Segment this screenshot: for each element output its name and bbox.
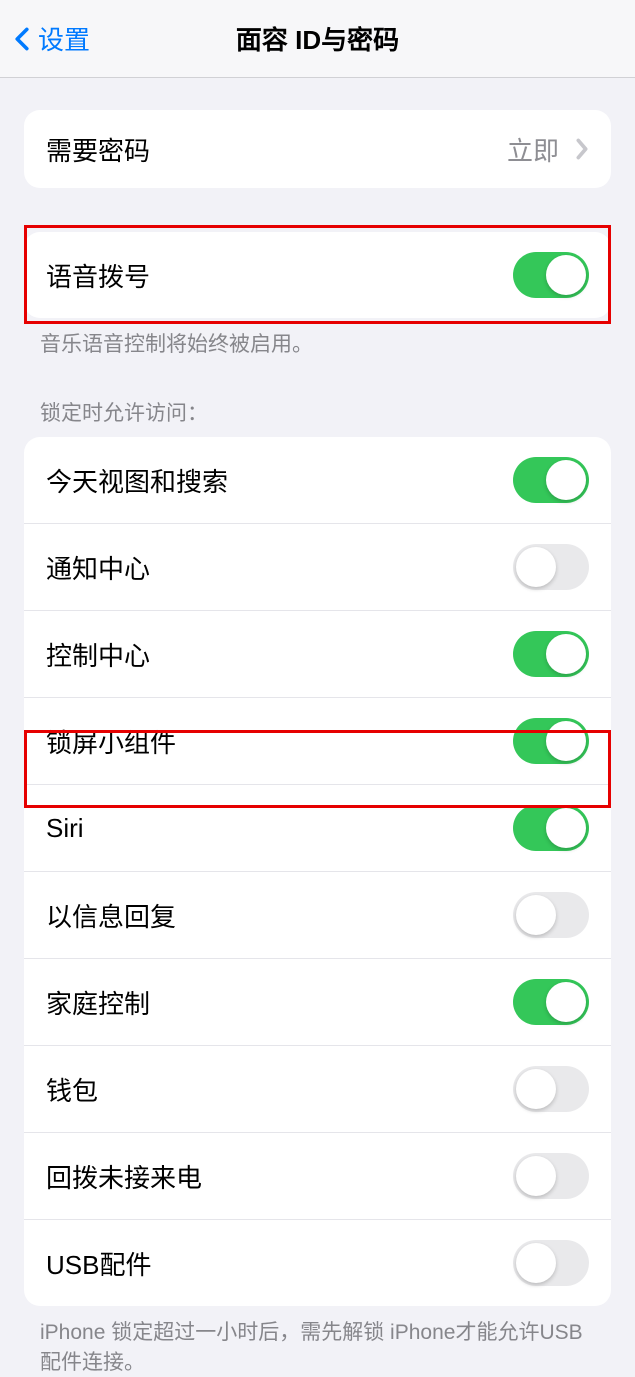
toggle-knob xyxy=(546,255,586,295)
toggle-knob xyxy=(516,1243,556,1283)
lock-access-toggle[interactable] xyxy=(513,631,589,677)
lock-access-row: 回拨未接来电 xyxy=(24,1133,611,1220)
back-label: 设置 xyxy=(38,20,90,57)
lock-access-row: 钱包 xyxy=(24,1046,611,1133)
toggle-knob xyxy=(546,982,586,1022)
lock-access-toggle[interactable] xyxy=(513,457,589,503)
toggle-knob xyxy=(546,808,586,848)
lock-access-row: 以信息回复 xyxy=(24,872,611,959)
lock-access-toggle[interactable] xyxy=(513,1153,589,1199)
back-button[interactable]: 设置 xyxy=(0,20,90,57)
toggle-knob xyxy=(546,634,586,674)
toggle-knob xyxy=(516,1069,556,1109)
require-passcode-label: 需要密码 xyxy=(46,131,150,168)
voice-dial-footer: 音乐语音控制将始终被启用。 xyxy=(0,318,635,359)
toggle-knob xyxy=(546,721,586,761)
lock-access-label: Siri xyxy=(46,813,84,844)
lock-access-row: 控制中心 xyxy=(24,611,611,698)
lock-access-label: USB配件 xyxy=(46,1245,151,1282)
lock-access-row: Siri xyxy=(24,785,611,872)
require-passcode-value: 立即 xyxy=(507,131,589,168)
voice-dial-label: 语音拨号 xyxy=(46,257,150,294)
lock-access-toggle[interactable] xyxy=(513,718,589,764)
lock-access-row: 通知中心 xyxy=(24,524,611,611)
toggle-knob xyxy=(516,895,556,935)
navigation-bar: 设置 面容 ID与密码 xyxy=(0,0,635,78)
chevron-left-icon xyxy=(10,27,34,51)
lock-access-label: 通知中心 xyxy=(46,549,150,586)
require-passcode-group: 需要密码 立即 xyxy=(24,110,611,188)
lock-access-row: USB配件 xyxy=(24,1220,611,1306)
lock-access-label: 以信息回复 xyxy=(46,897,176,934)
toggle-knob xyxy=(546,460,586,500)
lock-access-label: 回拨未接来电 xyxy=(46,1158,202,1195)
lock-access-toggle[interactable] xyxy=(513,544,589,590)
lock-access-label: 钱包 xyxy=(46,1071,98,1108)
voice-dial-row: 语音拨号 xyxy=(24,232,611,318)
lock-access-row: 锁屏小组件 xyxy=(24,698,611,785)
lock-access-header: 锁定时允许访问： xyxy=(0,397,635,437)
toggle-knob xyxy=(516,547,556,587)
toggle-knob xyxy=(516,1156,556,1196)
lock-access-toggle[interactable] xyxy=(513,805,589,851)
lock-access-toggle[interactable] xyxy=(513,979,589,1025)
lock-access-label: 今天视图和搜索 xyxy=(46,462,228,499)
lock-access-toggle[interactable] xyxy=(513,892,589,938)
page-title: 面容 ID与密码 xyxy=(236,20,399,57)
lock-access-footer: iPhone 锁定超过一小时后，需先解锁 iPhone才能允许USB 配件连接。 xyxy=(0,1306,635,1377)
lock-access-label: 控制中心 xyxy=(46,636,150,673)
voice-dial-toggle[interactable] xyxy=(513,252,589,298)
chevron-right-icon xyxy=(575,138,589,160)
require-passcode-row[interactable]: 需要密码 立即 xyxy=(24,110,611,188)
lock-access-label: 家庭控制 xyxy=(46,984,150,1021)
lock-access-toggle[interactable] xyxy=(513,1240,589,1286)
voice-dial-group: 语音拨号 xyxy=(24,232,611,318)
lock-access-row: 家庭控制 xyxy=(24,959,611,1046)
lock-access-toggle[interactable] xyxy=(513,1066,589,1112)
lock-access-row: 今天视图和搜索 xyxy=(24,437,611,524)
lock-access-group: 今天视图和搜索通知中心控制中心锁屏小组件 Siri 以信息回复家庭控制钱包回拨未接来… xyxy=(24,437,611,1306)
lock-access-label: 锁屏小组件 xyxy=(46,723,176,760)
